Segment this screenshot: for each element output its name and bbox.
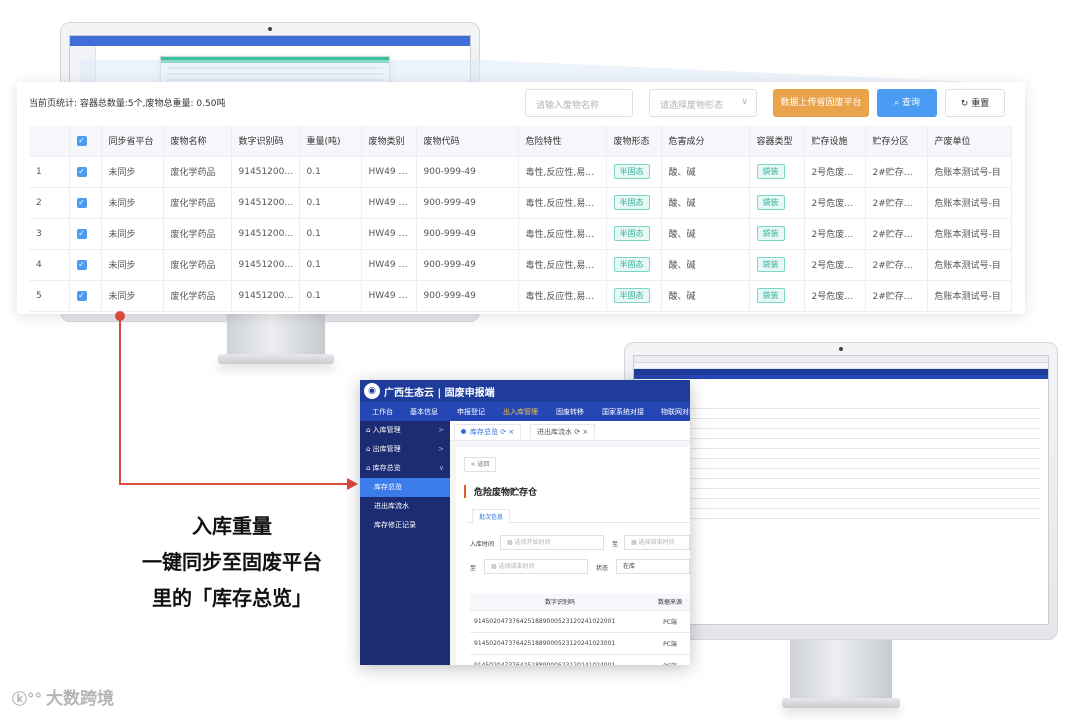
caption-line-2: 一键同步至固废平台: [142, 550, 322, 574]
to-label: 至: [612, 541, 619, 548]
row-code: 9145020473764251889000523120241023001: [470, 632, 650, 655]
sidebar-item-inventory-group[interactable]: ⌂ 库存总览 ∨: [360, 459, 450, 478]
chevron-right-icon: >: [438, 426, 444, 434]
to-label-2: 至: [470, 565, 477, 572]
table-row[interactable]: 9145020473764251889000523120241024001 PC…: [470, 654, 690, 665]
batch-table: 数字识别码 数据来源 91450204737642518890005231202…: [470, 594, 690, 665]
sidebar-item-label: 库存总览: [372, 464, 401, 472]
platform-logo-icon: ◉: [364, 383, 380, 399]
nav-item-inout-management[interactable]: 出入库管理: [503, 407, 538, 417]
brand-name: 大数跨境: [46, 689, 115, 709]
sidebar-item-label: 出库管理: [372, 445, 401, 453]
batch-tabs: 批次信息: [466, 507, 690, 523]
detail-panel: < 返回 危险废物贮存仓 批次信息 入库时间 ▦ 选择开始时间 至 ▦ 选择结束…: [456, 447, 690, 665]
row-code: 9145020473764251889000523120241024001: [470, 654, 650, 665]
row-code: 914502047376425188900052312024102​2001: [470, 610, 650, 633]
nav-item-basic-info[interactable]: 基本信息: [410, 407, 438, 417]
caption-line-3: 里的「库存总览」: [152, 586, 312, 610]
arrow-start-dot: [115, 311, 125, 321]
start-time-input[interactable]: ▦ 选择开始时间: [500, 535, 604, 550]
app-title: 广西生态云 | 固废申报端: [384, 388, 495, 399]
home-icon: ⌂: [366, 426, 373, 434]
table-header-row: 数字识别码 数据来源: [470, 594, 690, 611]
sidebar-item-inventory-overview[interactable]: 库存总览: [360, 478, 450, 497]
col-data-source: 数据来源: [650, 594, 690, 611]
end-time-input-2[interactable]: ▦ 选择结束时间: [484, 559, 588, 574]
nav-item-declaration[interactable]: 申报登记: [457, 407, 485, 417]
status-select[interactable]: 在库: [616, 559, 690, 574]
active-dot-icon: [461, 429, 466, 434]
calendar-icon: ▦: [491, 563, 499, 570]
nav-item-workbench[interactable]: 工作台: [372, 407, 393, 417]
chevron-right-icon: >: [438, 445, 444, 453]
nav-item-transfer[interactable]: 固废转移: [556, 407, 584, 417]
start-time-placeholder: 选择开始时间: [514, 539, 551, 546]
home-icon: ⌂: [366, 464, 373, 472]
sidebar: ⌂ 入库管理 > ⌂ 出库管理 > ⌂ 库存总览 ∨ 库存总览 进出库流水 库存…: [360, 421, 450, 665]
back-button[interactable]: < 返回: [464, 457, 496, 472]
home-icon: ⌂: [366, 445, 373, 453]
sidebar-item-label: 入库管理: [372, 426, 401, 434]
sidebar-item-correction-records[interactable]: 库存修正记录: [360, 516, 450, 535]
tab-inout-flow[interactable]: 进出库流水 ⟳ ×: [530, 424, 596, 439]
table-row[interactable]: 914502047376425188900052312024102​2001 P…: [470, 610, 690, 633]
sidebar-item-inout-flow[interactable]: 进出库流水: [360, 497, 450, 516]
nav-item-iot[interactable]: 物联网对接: [661, 407, 690, 417]
section-title: 危险废物贮存仓: [464, 485, 537, 498]
sidebar-item-outbound[interactable]: ⌂ 出库管理 >: [360, 440, 450, 459]
caption-line-1: 入库重量: [192, 514, 272, 538]
col-digital-code: 数字识别码: [470, 594, 650, 611]
calendar-icon: ▦: [507, 539, 515, 546]
stage: 当前页统计: 容器总数量:5个,废物总重量: 0.50吨 请输入废物名称 请选择…: [0, 0, 1080, 720]
platform-app-window: ◉ 广西生态云 | 固废申报端 工作台 基本信息 申报登记 出入库管理 固废转移…: [360, 380, 690, 665]
row-source: PC端: [650, 610, 690, 633]
tab-label: 库存总览 ⟳ ×: [470, 428, 515, 436]
table-row[interactable]: 9145020473764251889000523120241023001 PC…: [470, 632, 690, 655]
end-time-placeholder-2: 选择结束时间: [498, 563, 535, 570]
top-nav: 工作台 基本信息 申报登记 出入库管理 固废转移 国家系统对接 物联网对接: [360, 402, 690, 421]
row-source: PC端: [650, 632, 690, 655]
brand-logo: ⓚ°° 大数跨境: [12, 684, 114, 709]
tab-batch-info[interactable]: 批次信息: [472, 509, 511, 523]
row-source: PC端: [650, 654, 690, 665]
feature-caption: 入库重量 一键同步至固废平台 里的「库存总览」: [112, 508, 352, 616]
main-content: 库存总览 ⟳ × 进出库流水 ⟳ × < 返回 危险废物贮存仓 批次信息 入库时…: [450, 421, 690, 665]
inbound-time-label: 入库时间: [470, 541, 495, 548]
end-time-input[interactable]: ▦ 选择结束时间: [624, 535, 690, 550]
end-time-placeholder: 选择结束时间: [638, 539, 675, 546]
calendar-icon: ▦: [631, 539, 639, 546]
page-tabs: 库存总览 ⟳ × 进出库流水 ⟳ ×: [450, 421, 690, 441]
tab-label: 进出库流水 ⟳ ×: [537, 428, 589, 436]
chevron-down-icon: ∨: [438, 464, 444, 472]
status-label: 状态: [596, 565, 609, 572]
brand-mark-icon: ⓚ°°: [12, 690, 43, 708]
sidebar-item-inbound[interactable]: ⌂ 入库管理 >: [360, 421, 450, 440]
app-header: ◉ 广西生态云 | 固废申报端: [360, 380, 690, 402]
nav-item-national-system[interactable]: 国家系统对接: [602, 407, 644, 417]
tab-inventory-overview[interactable]: 库存总览 ⟳ ×: [454, 424, 522, 439]
